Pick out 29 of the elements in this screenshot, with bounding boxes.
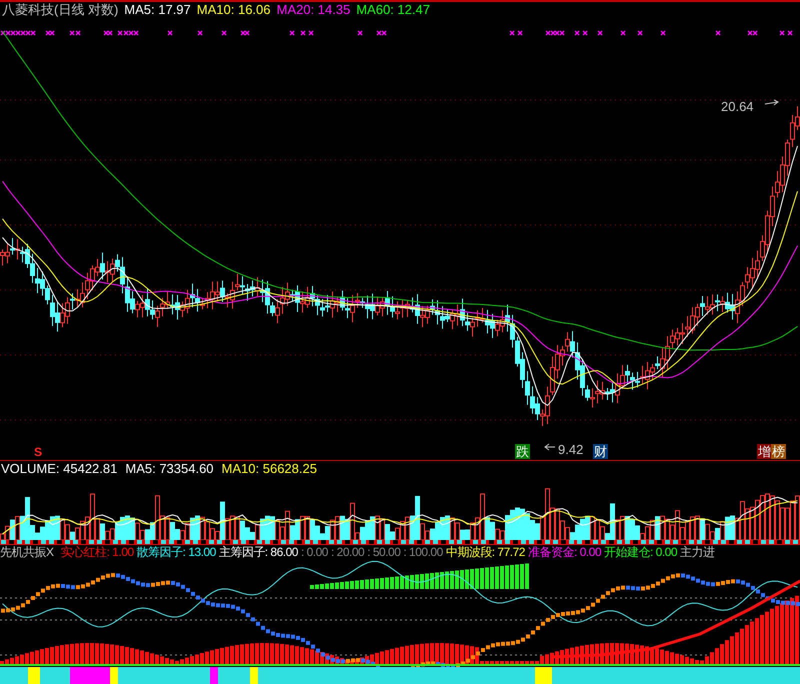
volume-legend: MA10: 56628.25 [222, 458, 317, 478]
price-label: 9.42 [558, 441, 584, 459]
event-badge: 财 [593, 444, 608, 459]
volume-legend: MA5: 73354.60 [125, 458, 214, 478]
ma-legend: MA20: 14.35 [276, 0, 350, 20]
arrow-icon [764, 100, 779, 106]
price-label: 20.64 [721, 98, 754, 116]
indicator-legend: : 20.00 [330, 543, 364, 561]
indicator-legend: 实心红柱: 1.00 [60, 543, 134, 561]
indicator-legend: 中期波段: 77.72 [446, 543, 525, 561]
signal-mark: S [34, 444, 42, 461]
ma-legend: MA5: 17.97 [124, 0, 191, 20]
ma-legend: MA60: 12.47 [356, 0, 430, 20]
indicator-legend: 主筹因子: 86.00 [218, 543, 298, 561]
indicator-name: 先机共振X [0, 544, 54, 561]
event-badge: 跌 [515, 444, 530, 459]
indicator-legend: 开始建仓: 0.00 [604, 543, 678, 561]
indicator-legend: 散筹因子: 13.00 [136, 543, 216, 561]
event-badge: 榜 [771, 444, 786, 459]
chart-title: 八菱科技(日线 对数) [2, 1, 118, 20]
ma-legend: MA10: 16.06 [196, 0, 270, 20]
arrow-icon [544, 444, 556, 450]
volume-legend: VOLUME: 45422.81 [1, 458, 118, 478]
event-badge: 增 [757, 444, 772, 459]
indicator-legend: 主力进 [680, 543, 715, 561]
indicator-legend: : 50.00 [367, 543, 400, 561]
indicator-legend: 准备资金: 0.00 [528, 543, 601, 561]
indicator-legend: : 100.00 [403, 543, 443, 561]
indicator-legend: : 0.00 [300, 543, 328, 561]
